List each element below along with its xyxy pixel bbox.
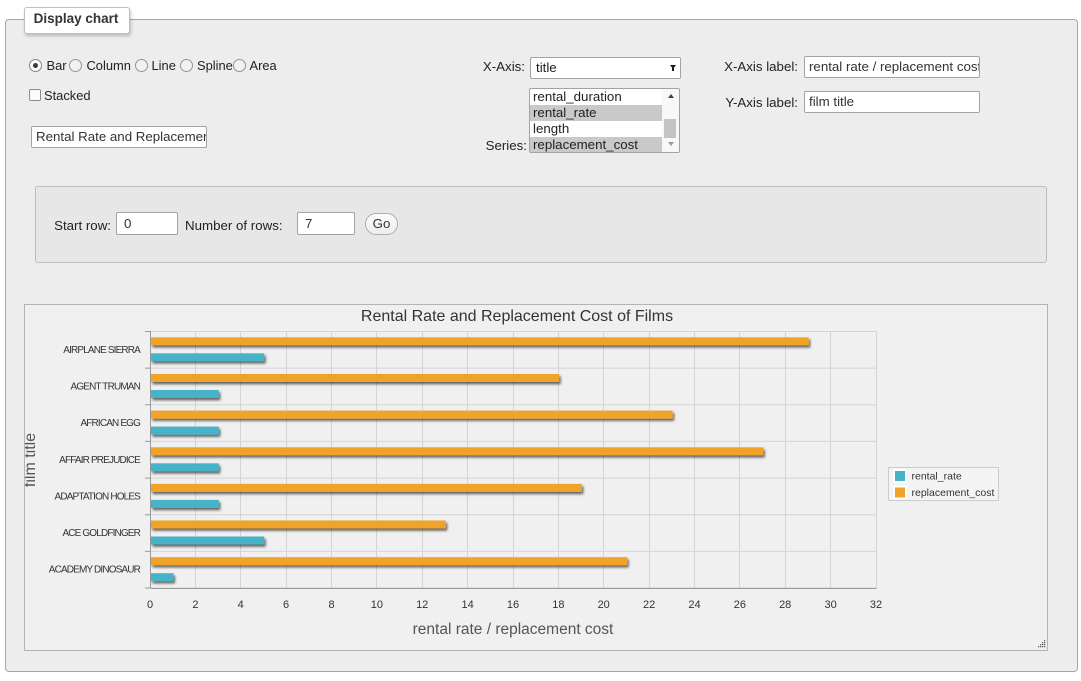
svg-text:6: 6 bbox=[283, 599, 289, 611]
svg-text:22: 22 bbox=[643, 599, 655, 611]
svg-text:rental_rate: rental_rate bbox=[912, 471, 962, 483]
svg-text:AFFAIR PREJUDICE: AFFAIR PREJUDICE bbox=[59, 455, 141, 466]
svg-text:2: 2 bbox=[192, 599, 198, 611]
svg-text:28: 28 bbox=[779, 599, 791, 611]
svg-text:4: 4 bbox=[238, 599, 244, 611]
svg-text:Rental Rate and Replacement Co: Rental Rate and Replacement Cost of Film… bbox=[361, 308, 673, 325]
svg-text:20: 20 bbox=[598, 599, 610, 611]
svg-text:10: 10 bbox=[371, 599, 383, 611]
svg-text:ACADEMY DINOSAUR: ACADEMY DINOSAUR bbox=[49, 565, 141, 576]
svg-text:30: 30 bbox=[824, 599, 836, 611]
svg-text:ACE GOLDFINGER: ACE GOLDFINGER bbox=[62, 528, 140, 539]
svg-text:18: 18 bbox=[552, 599, 564, 611]
svg-text:replacement_cost: replacement_cost bbox=[912, 487, 995, 499]
svg-text:ADAPTATION HOLES: ADAPTATION HOLES bbox=[55, 491, 142, 502]
svg-text:16: 16 bbox=[507, 599, 519, 611]
svg-text:film title: film title bbox=[25, 433, 39, 487]
svg-text:32: 32 bbox=[870, 599, 882, 611]
svg-text:AFRICAN EGG: AFRICAN EGG bbox=[80, 418, 141, 429]
svg-text:26: 26 bbox=[734, 599, 746, 611]
svg-text:rental rate / replacement cost: rental rate / replacement cost bbox=[413, 621, 614, 638]
svg-text:14: 14 bbox=[461, 599, 473, 611]
svg-text:0: 0 bbox=[147, 599, 153, 611]
svg-text:AGENT TRUMAN: AGENT TRUMAN bbox=[71, 382, 141, 393]
svg-text:24: 24 bbox=[688, 599, 700, 611]
svg-text:12: 12 bbox=[416, 599, 428, 611]
svg-text:AIRPLANE SIERRA: AIRPLANE SIERRA bbox=[63, 345, 141, 356]
svg-text:8: 8 bbox=[328, 599, 334, 611]
